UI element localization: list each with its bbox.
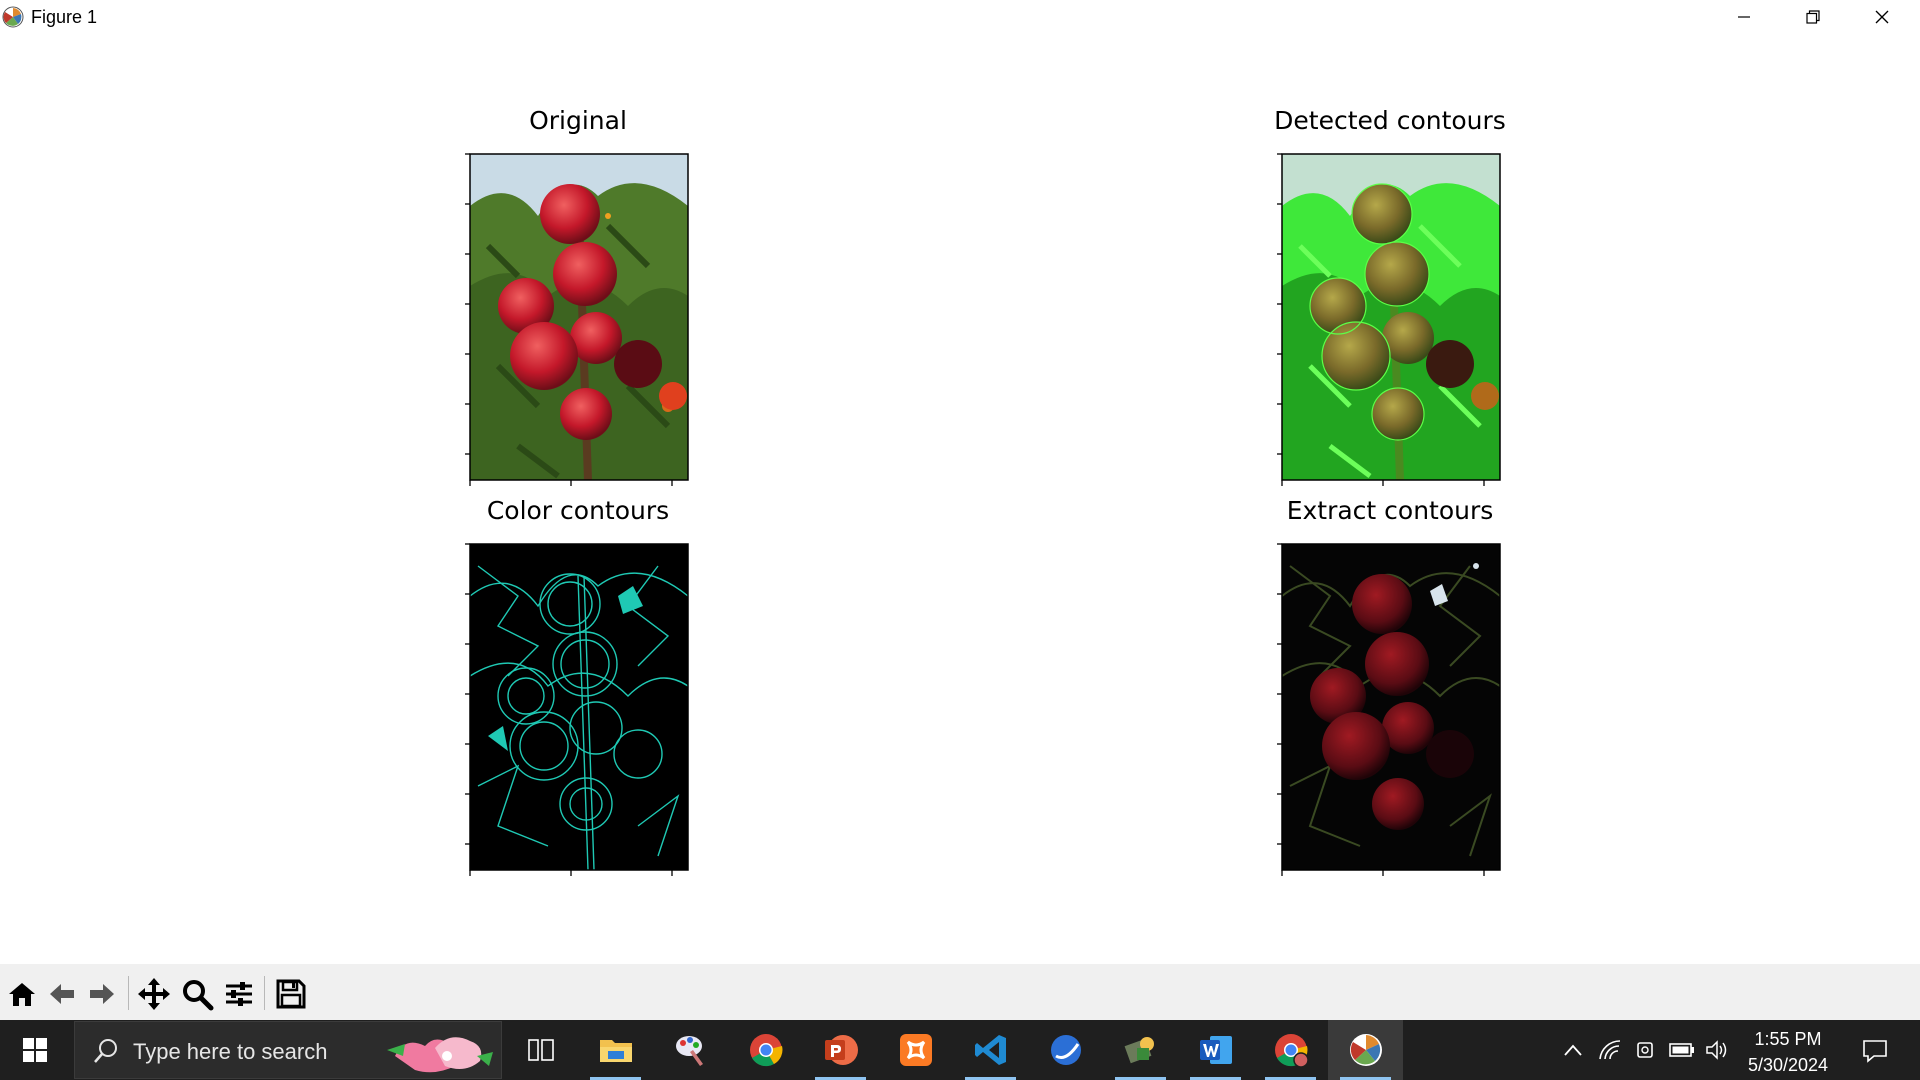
image-color-contours xyxy=(465,543,689,876)
taskbar-python-figure[interactable] xyxy=(1328,1020,1403,1080)
chrome-profile-icon xyxy=(1274,1034,1309,1068)
volume-icon xyxy=(1706,1040,1727,1060)
clock-time: 1:55 PM xyxy=(1754,1029,1822,1049)
search-placeholder: Type here to search xyxy=(133,1039,328,1064)
taskbar-task-view[interactable] xyxy=(503,1020,578,1080)
close-button[interactable] xyxy=(1848,0,1916,34)
meet-now-button[interactable] xyxy=(1633,1038,1659,1062)
matplotlib-logo-icon xyxy=(2,6,24,28)
subplot-title: Color contours xyxy=(486,496,670,525)
restore-icon xyxy=(1806,10,1820,24)
back-icon xyxy=(50,984,74,1004)
search-icon xyxy=(94,1039,117,1063)
notification-icon xyxy=(1863,1040,1887,1063)
taskbar-paint-app[interactable] xyxy=(653,1020,728,1080)
vscode-icon xyxy=(974,1035,1006,1065)
minimize-icon xyxy=(1738,16,1750,18)
toolbar-separator xyxy=(128,976,129,1010)
home-button[interactable] xyxy=(2,974,42,1014)
toolbar-separator xyxy=(264,976,265,1010)
browser-icon xyxy=(1050,1035,1081,1065)
pan-button[interactable] xyxy=(134,974,174,1014)
taskbar-xampp[interactable] xyxy=(878,1020,953,1080)
window-title: Figure 1 xyxy=(31,7,98,27)
taskbar-clock[interactable]: 1:55 PM 5/30/2024 xyxy=(1728,1026,1848,1078)
camera-icon xyxy=(1637,1042,1653,1058)
taskbar-chrome-profile[interactable] xyxy=(1253,1020,1328,1080)
back-button[interactable] xyxy=(42,974,82,1014)
zoom-button[interactable] xyxy=(177,974,217,1014)
zoom-icon xyxy=(183,980,214,1011)
subplot-title: Extract contours xyxy=(1286,496,1494,525)
taskbar-file-explorer[interactable] xyxy=(578,1020,653,1080)
configure-subplots-button[interactable] xyxy=(219,974,259,1014)
battery-button[interactable] xyxy=(1669,1038,1695,1062)
file-explorer-icon xyxy=(599,1040,632,1062)
forward-button[interactable] xyxy=(82,974,122,1014)
figure-canvas[interactable]: Original Detected contours Color contour… xyxy=(0,36,1920,964)
taskbar-chrome[interactable] xyxy=(728,1020,803,1080)
network-icon xyxy=(1599,1040,1621,1060)
windows-logo-icon xyxy=(23,1038,47,1062)
show-hidden-icons-button[interactable] xyxy=(1560,1038,1586,1062)
home-icon xyxy=(9,983,35,1006)
window-titlebar: Figure 1 xyxy=(0,0,1920,36)
powerpoint-icon xyxy=(824,1035,858,1065)
pan-icon xyxy=(138,978,170,1010)
taskbar-vscode[interactable] xyxy=(953,1020,1028,1080)
restore-button[interactable] xyxy=(1779,0,1847,34)
configure-subplots-icon xyxy=(226,982,252,1006)
battery-icon xyxy=(1669,1043,1694,1057)
word-icon xyxy=(1199,1036,1232,1064)
windows-taskbar: Type here to search 1:55 PM 5/30/2024 xyxy=(0,1020,1920,1080)
volume-button[interactable] xyxy=(1704,1038,1730,1062)
paint-app-icon xyxy=(675,1036,703,1066)
search-highlight-icon xyxy=(387,1037,493,1073)
save-button[interactable] xyxy=(271,974,311,1014)
subplot-title: Original xyxy=(529,106,627,135)
minimize-button[interactable] xyxy=(1710,0,1778,34)
clock-date: 5/30/2024 xyxy=(1747,1055,1829,1075)
taskbar-browser[interactable] xyxy=(1028,1020,1103,1080)
network-button[interactable] xyxy=(1597,1038,1623,1062)
taskbar-powerpoint[interactable] xyxy=(803,1020,878,1080)
subplot-title: Detected contours xyxy=(1274,106,1506,135)
chrome-icon xyxy=(749,1034,782,1067)
image-extract-contours xyxy=(1277,543,1501,876)
chevron-up-icon xyxy=(1564,1044,1582,1056)
navigation-toolbar xyxy=(0,964,1920,1020)
taskbar-search-box[interactable]: Type here to search xyxy=(74,1021,502,1079)
notification-center-button[interactable] xyxy=(1855,1034,1895,1068)
forward-icon xyxy=(90,984,114,1004)
python-figure-icon xyxy=(1349,1034,1382,1066)
image-detected-contours xyxy=(1277,153,1501,486)
start-button[interactable] xyxy=(0,1020,70,1080)
xampp-icon xyxy=(899,1034,932,1066)
task-view-icon xyxy=(527,1039,554,1061)
tool-app-icon xyxy=(1124,1037,1154,1064)
taskbar-word[interactable] xyxy=(1178,1020,1253,1080)
image-original xyxy=(465,153,689,486)
taskbar-tool-app[interactable] xyxy=(1103,1020,1178,1080)
save-icon xyxy=(276,979,306,1009)
close-icon xyxy=(1875,10,1889,24)
